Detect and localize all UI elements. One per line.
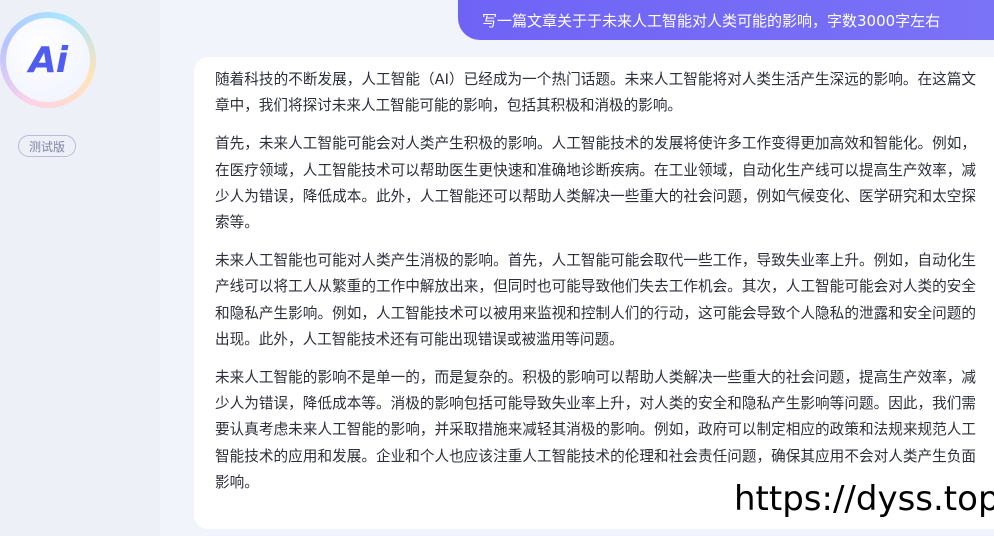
avatar-text: Ai <box>28 39 68 81</box>
answer-paragraph: 未来人工智能也可能对人类产生消极的影响。首先，人工智能可能会取代一些工作，导致失… <box>215 252 976 348</box>
ai-logo-icon: Ai <box>6 18 90 102</box>
ai-answer-card: 随着科技的不断发展，人工智能（AI）已经成为一个热门话题。未来人工智能将对人类生… <box>194 57 994 529</box>
sidebar: Ai 测试版 <box>0 0 160 536</box>
answer-paragraph: 随着科技的不断发展，人工智能（AI）已经成为一个热门话题。未来人工智能将对人类生… <box>215 71 976 115</box>
user-message-bubble: 写一篇文章关于于未来人工智能对人类可能的影响，字数3000字左右 <box>458 0 994 40</box>
user-message-text: 写一篇文章关于于未来人工智能对人类可能的影响，字数3000字左右 <box>482 11 941 30</box>
answer-paragraph: 首先，未来人工智能可能会对人类产生积极的影响。人工智能技术的发展将使许多工作变得… <box>215 135 976 232</box>
watermark-text: https://dyss.top <box>730 476 994 522</box>
ai-avatar: Ai <box>0 12 96 108</box>
beta-badge: 测试版 <box>18 135 76 157</box>
